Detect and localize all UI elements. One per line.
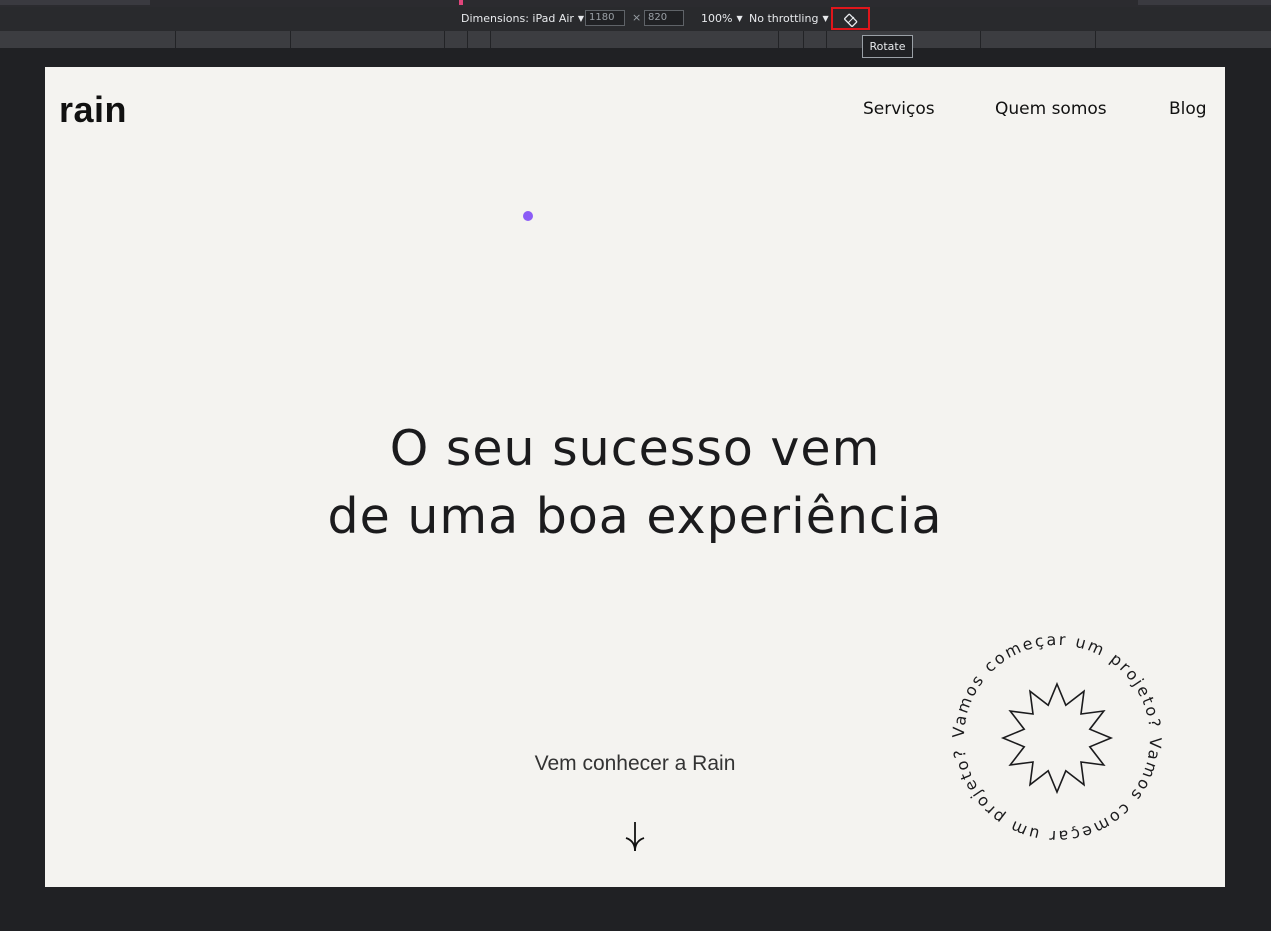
ruler-divider (980, 31, 981, 48)
width-input[interactable]: 1180 (585, 10, 625, 26)
hero-headline: O seu sucesso vem de uma boa experiência (45, 415, 1225, 551)
times-separator: × (632, 11, 642, 24)
throttling-dropdown[interactable]: No throttling ▼ (749, 12, 829, 25)
chevron-down-icon: ▼ (822, 14, 829, 23)
zoom-dropdown[interactable]: 100% ▼ (701, 12, 743, 25)
rotate-tooltip: Rotate (862, 35, 913, 58)
badge-circular-text: Vamos começar um projeto? Vamos começar … (949, 630, 1165, 846)
chevron-down-icon: ▼ (736, 14, 743, 23)
dimensions-dropdown[interactable]: Dimensions: iPad Air ▼ (461, 12, 584, 25)
ruler-divider (1095, 31, 1096, 48)
device-viewport: rain Serviços Quem somos Blog O seu suce… (45, 67, 1225, 887)
ruler-divider (778, 31, 779, 48)
ruler-divider (490, 31, 491, 48)
hero-headline-line-1: O seu sucesso vem (389, 420, 881, 477)
chevron-down-icon: ▼ (577, 14, 585, 23)
rotate-icon (844, 13, 858, 27)
ruler-divider (175, 31, 176, 48)
ruler-divider (467, 31, 468, 48)
start-project-badge[interactable]: Vamos começar um projeto? Vamos começar … (943, 624, 1171, 852)
arrow-down-icon[interactable] (624, 821, 646, 853)
browser-top-strip (0, 0, 1271, 7)
nav-link-servicos[interactable]: Serviços (863, 99, 935, 119)
throttling-label: No throttling (749, 12, 819, 25)
star-burst-icon (1000, 681, 1114, 795)
rotate-button[interactable] (831, 7, 870, 30)
site-logo[interactable]: rain (59, 89, 127, 131)
active-tab-marker (459, 0, 463, 5)
ruler-divider (803, 31, 804, 48)
nav-link-blog[interactable]: Blog (1169, 99, 1207, 119)
zoom-label: 100% (701, 12, 733, 25)
tab-strip-segment (0, 0, 150, 5)
dimensions-label: Dimensions: iPad Air (461, 12, 574, 25)
tab-strip-segment (1138, 0, 1271, 5)
ruler-divider (826, 31, 827, 48)
device-toolbar: Dimensions: iPad Air ▼ 1180 × 820 100% ▼ N… (0, 7, 1271, 31)
ruler-divider (444, 31, 445, 48)
ruler-divider (290, 31, 291, 48)
media-query-ruler[interactable] (0, 31, 1271, 48)
nav-link-quem-somos[interactable]: Quem somos (995, 99, 1107, 119)
cursor-dot (523, 211, 533, 221)
height-input[interactable]: 820 (644, 10, 684, 26)
hero-headline-line-2: de uma boa experiência (327, 488, 943, 545)
